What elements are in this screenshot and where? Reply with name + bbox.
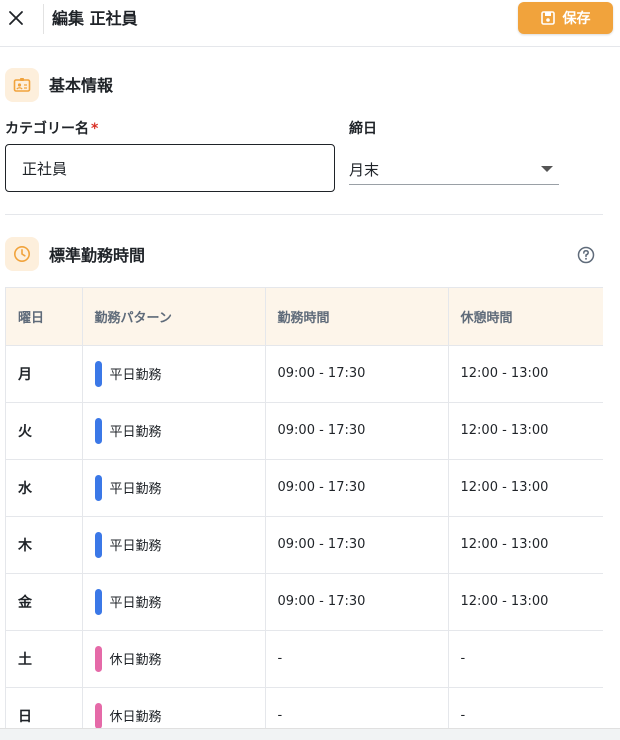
closing-day-select[interactable]: 月末 xyxy=(349,152,559,185)
break-time-cell: 12:00 - 13:00 xyxy=(448,516,603,574)
break-time-cell: 12:00 - 13:00 xyxy=(448,402,603,460)
schedule-table-body: 月平日勤務 09:00 - 17:30 12:00 - 13:00 火平日勤務 09:0… xyxy=(6,345,603,728)
work-time-cell: 09:00 - 17:30 xyxy=(265,516,449,574)
pattern-cell: 休日勤務 xyxy=(82,687,266,728)
closing-day-value: 月末 xyxy=(349,161,380,179)
caret-down-icon xyxy=(541,166,553,172)
pattern-label: 休日勤務 xyxy=(109,710,162,725)
clock-icon xyxy=(14,246,30,262)
closing-day-label: 締日 xyxy=(349,121,377,137)
break-time-cell: 12:00 - 13:00 xyxy=(448,573,603,631)
work-time-cell: - xyxy=(265,687,449,728)
column-header-work-time: 勤務時間 xyxy=(265,288,449,346)
pattern-label: 平日勤務 xyxy=(109,425,162,440)
work-time-cell: 09:00 - 17:30 xyxy=(265,459,449,517)
work-time-cell: 09:00 - 17:30 xyxy=(265,402,449,460)
table-row[interactable]: 日休日勤務 - - xyxy=(6,687,603,728)
pattern-color-indicator xyxy=(94,702,102,728)
break-time-cell: 12:00 - 13:00 xyxy=(448,459,603,517)
pattern-tag: 休日勤務 xyxy=(94,702,253,728)
table-row[interactable]: 金 平日勤務 09:00 - 17:30 12:00 - 13:00 xyxy=(6,573,603,631)
table-row[interactable]: 水 平日勤務 09:00 - 17:30 12:00 - 13:00 xyxy=(6,459,603,517)
pattern-tag: 平日勤務 xyxy=(94,417,253,444)
category-name-label: カテゴリー名 * xyxy=(5,120,98,138)
pattern-color-indicator xyxy=(94,531,102,558)
schedule-section-icon xyxy=(5,237,39,271)
save-button[interactable]: 保存 xyxy=(518,2,613,34)
page-title: 編集 正社員 xyxy=(52,9,138,28)
pattern-cell: 休日勤務 xyxy=(82,630,266,688)
column-header-day: 曜日 xyxy=(6,288,83,346)
day-cell: 火 xyxy=(6,402,83,460)
dialog-header: 編集 正社員 保存 xyxy=(0,0,620,47)
help-circle-icon xyxy=(577,246,595,264)
section-divider xyxy=(5,214,603,215)
table-header-row: 曜日 勤務パターン 勤務時間 休憩時間 xyxy=(6,288,603,346)
break-time-cell: - xyxy=(448,687,603,728)
pattern-label: 平日勤務 xyxy=(109,596,162,611)
table-row[interactable]: 木 平日勤務 09:00 - 17:30 12:00 - 13:00 xyxy=(6,516,603,574)
column-header-pattern: 勤務パターン xyxy=(82,288,266,346)
basic-info-title: 基本情報 xyxy=(49,76,114,95)
work-time-cell: 09:00 - 17:30 xyxy=(265,345,449,403)
header-divider xyxy=(43,4,44,34)
category-name-input[interactable] xyxy=(5,144,335,192)
close-icon xyxy=(9,11,23,25)
work-time-cell: - xyxy=(265,630,449,688)
floppy-disk-icon xyxy=(540,11,555,25)
pattern-label: 平日勤務 xyxy=(109,482,162,497)
pattern-cell: 平日勤務 xyxy=(82,516,266,574)
close-button[interactable] xyxy=(4,6,28,30)
table-row[interactable]: 火 平日勤務 09:00 - 17:30 12:00 - 13:00 xyxy=(6,402,603,460)
save-button-label: 保存 xyxy=(562,11,591,27)
pattern-cell: 平日勤務 xyxy=(82,573,266,631)
work-time-cell: 09:00 - 17:30 xyxy=(265,573,449,631)
pattern-cell: 平日勤務 xyxy=(82,345,266,403)
day-cell: 水 xyxy=(6,459,83,517)
pattern-cell: 平日勤務 xyxy=(82,459,266,517)
pattern-color-indicator xyxy=(94,360,102,387)
day-cell: 金 xyxy=(6,573,83,631)
schedule-table: 曜日 勤務パターン 勤務時間 休憩時間 月平日勤務 09:00 - 17:30 12… xyxy=(6,288,603,728)
required-mark: * xyxy=(91,121,99,137)
pattern-tag: 休日勤務 xyxy=(94,645,253,672)
day-cell: 月 xyxy=(6,345,83,403)
schedule-table-container: 曜日 勤務パターン 勤務時間 休憩時間 月平日勤務 09:00 - 17:30 12… xyxy=(5,287,603,728)
basic-info-section-icon xyxy=(5,68,39,102)
break-time-cell: - xyxy=(448,630,603,688)
break-time-cell: 12:00 - 13:00 xyxy=(448,345,603,403)
pattern-color-indicator xyxy=(94,645,102,672)
day-cell: 木 xyxy=(6,516,83,574)
pattern-label: 平日勤務 xyxy=(109,539,162,554)
pattern-tag: 平日勤務 xyxy=(94,360,253,387)
pattern-color-indicator xyxy=(94,474,102,501)
column-header-break-time: 休憩時間 xyxy=(448,288,603,346)
pattern-cell: 平日勤務 xyxy=(82,402,266,460)
pattern-label: 休日勤務 xyxy=(109,653,162,668)
pattern-tag: 平日勤務 xyxy=(94,531,253,558)
table-row[interactable]: 月 平日勤務 09:00 - 17:30 12:00 - 13:00 xyxy=(6,345,603,403)
pattern-tag: 平日勤務 xyxy=(94,474,253,501)
table-row[interactable]: 土 休日勤務 - - xyxy=(6,630,603,688)
pattern-tag: 平日勤務 xyxy=(94,588,253,615)
pattern-label: 平日勤務 xyxy=(109,368,162,383)
schedule-title: 標準勤務時間 xyxy=(49,246,146,265)
category-name-label-text: カテゴリー名 xyxy=(5,121,89,137)
pattern-color-indicator xyxy=(94,588,102,615)
day-cell: 日 xyxy=(6,687,83,728)
bottom-scrollbar[interactable] xyxy=(0,728,620,740)
day-cell: 土 xyxy=(6,630,83,688)
pattern-color-indicator xyxy=(94,417,102,444)
id-card-icon xyxy=(13,78,31,92)
help-button[interactable] xyxy=(576,245,596,265)
